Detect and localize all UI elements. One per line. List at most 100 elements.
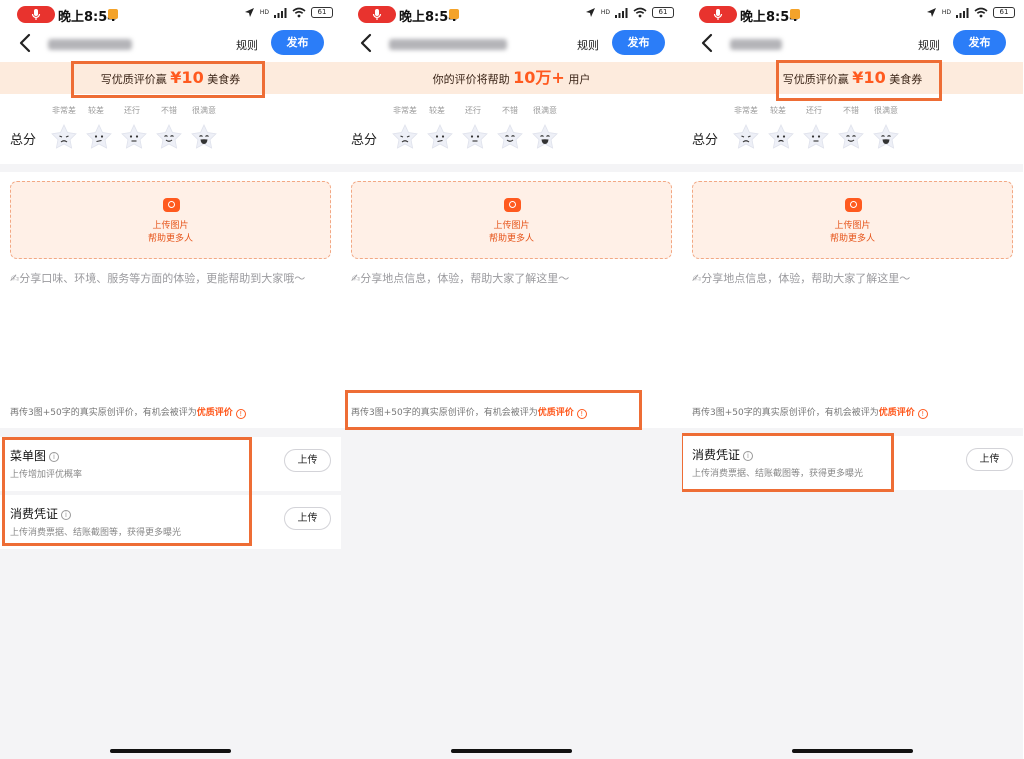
- hint-text: 再传3图+50字的真实原创评价，有机会被评为: [10, 408, 197, 418]
- rating-level-label: 不错: [161, 106, 177, 115]
- back-chevron-icon[interactable]: [359, 33, 373, 53]
- star-face-icon[interactable]: [427, 124, 453, 150]
- signal-icon: [274, 7, 287, 18]
- rules-link[interactable]: 规则: [236, 37, 258, 53]
- screen-panel-1: 晚上8:54 HD 61 规则 发布 写优质评价赢 ¥10 美食券 非常差 较差…: [0, 0, 341, 759]
- star-face-icon[interactable]: [191, 124, 217, 150]
- upload-photo-sublabel: 帮助更多人: [488, 234, 534, 244]
- quality-hint: 再传3图+50字的真实原创评价，有机会被评为优质评价!: [692, 405, 928, 419]
- rating-level-label: 很满意: [533, 106, 557, 115]
- upload-button[interactable]: 上传: [284, 507, 331, 530]
- home-indicator[interactable]: [792, 749, 913, 753]
- upload-button[interactable]: 上传: [284, 449, 331, 472]
- star-face-icon[interactable]: [838, 124, 864, 150]
- review-text-input[interactable]: ✍分享地点信息，体验，帮助大家了解这里～: [351, 270, 569, 286]
- star-face-icon[interactable]: [803, 124, 829, 150]
- system-icons: HD 61: [244, 7, 333, 18]
- wifi-icon: [633, 7, 647, 18]
- rating-level-label: 较差: [770, 106, 786, 115]
- divider: [682, 164, 1023, 172]
- annotation-box: [345, 390, 642, 430]
- mic-recording-pill[interactable]: [699, 6, 737, 23]
- signal-icon: [615, 7, 628, 18]
- publish-button[interactable]: 发布: [612, 30, 665, 55]
- hint-emphasis: 优质评价: [196, 408, 233, 418]
- total-score-label: 总分: [692, 133, 719, 148]
- annotation-box: [2, 437, 252, 546]
- rating-level-label: 不错: [502, 106, 518, 115]
- app-notification-icon: [108, 9, 118, 19]
- back-chevron-icon[interactable]: [18, 33, 32, 53]
- review-text-input[interactable]: ✍分享地点信息，体验，帮助大家了解这里～: [692, 270, 910, 286]
- rating-level-label: 很满意: [192, 106, 216, 115]
- mic-recording-pill[interactable]: [17, 6, 55, 23]
- publish-button[interactable]: 发布: [271, 30, 324, 55]
- banner-prefix: 你的评价将帮助: [432, 73, 510, 86]
- banner-amount: 10万+: [513, 68, 565, 87]
- wifi-icon: [974, 7, 988, 18]
- total-score-label: 总分: [10, 133, 37, 148]
- review-text-input[interactable]: ✍分享口味、环境、服务等方面的体验，更能帮助到大家哦～: [10, 270, 305, 286]
- screen-panel-3: 晚上8:54 HD 61 规则 发布 写优质评价赢 ¥10 美食券 非常差 较差…: [682, 0, 1023, 759]
- network-hd-tag: HD: [600, 8, 610, 16]
- upload-photo-box[interactable]: 上传图片 帮助更多人: [351, 181, 672, 259]
- mic-icon: [31, 9, 41, 20]
- star-face-icon[interactable]: [156, 124, 182, 150]
- screen-panel-2: 晚上8:54 HD 61 规则 发布 你的评价将帮助 10万+ 用户 非常差 较…: [341, 0, 682, 759]
- blurred-place-name: [730, 39, 782, 50]
- star-face-icon[interactable]: [532, 124, 558, 150]
- network-hd-tag: HD: [259, 8, 269, 16]
- upload-photo-box[interactable]: 上传图片 帮助更多人: [692, 181, 1013, 259]
- annotation-box: [71, 61, 265, 98]
- star-face-icon[interactable]: [497, 124, 523, 150]
- star-face-icon[interactable]: [86, 124, 112, 150]
- status-bar: 晚上8:54 HD 61: [682, 0, 1023, 28]
- nav-bar: 规则 发布: [682, 28, 1023, 60]
- signal-icon: [956, 7, 969, 18]
- star-face-icon[interactable]: [392, 124, 418, 150]
- nav-bar: 规则 发布: [0, 28, 341, 60]
- status-bar: 晚上8:54 HD 61: [341, 0, 682, 28]
- camera-icon: [845, 198, 862, 212]
- hint-emphasis: 优质评价: [878, 408, 915, 418]
- location-arrow-icon: [926, 8, 936, 17]
- star-face-icon[interactable]: [873, 124, 899, 150]
- star-face-icon[interactable]: [462, 124, 488, 150]
- publish-button[interactable]: 发布: [953, 30, 1006, 55]
- upload-photo-label: 上传图片: [834, 221, 871, 231]
- rating-level-label: 还行: [806, 106, 822, 115]
- upload-photo-label: 上传图片: [493, 221, 530, 231]
- camera-icon: [163, 198, 180, 212]
- promo-banner: 你的评价将帮助 10万+ 用户: [341, 62, 682, 94]
- location-arrow-icon: [244, 8, 254, 17]
- upload-photo-box[interactable]: 上传图片 帮助更多人: [10, 181, 331, 259]
- status-bar: 晚上8:54 HD 61: [0, 0, 341, 28]
- back-chevron-icon[interactable]: [700, 33, 714, 53]
- battery-icon: 61: [993, 7, 1015, 18]
- blurred-place-name: [48, 39, 132, 50]
- star-face-icon[interactable]: [51, 124, 77, 150]
- divider: [0, 164, 341, 172]
- rules-link[interactable]: 规则: [918, 37, 940, 53]
- home-indicator[interactable]: [110, 749, 231, 753]
- info-icon[interactable]: !: [235, 409, 246, 419]
- star-face-icon[interactable]: [733, 124, 759, 150]
- upload-photo-sublabel: 帮助更多人: [147, 234, 193, 244]
- wifi-icon: [292, 7, 306, 18]
- rules-link[interactable]: 规则: [577, 37, 599, 53]
- total-score-label: 总分: [351, 133, 378, 148]
- rating-level-label: 还行: [124, 106, 140, 115]
- mic-icon: [372, 9, 382, 20]
- rating-level-label: 不错: [843, 106, 859, 115]
- banner-suffix: 用户: [568, 73, 591, 86]
- hint-text: 再传3图+50字的真实原创评价，有机会被评为: [692, 408, 879, 418]
- mic-recording-pill[interactable]: [358, 6, 396, 23]
- home-indicator[interactable]: [451, 749, 572, 753]
- battery-icon: 61: [311, 7, 333, 18]
- info-icon[interactable]: !: [917, 409, 928, 419]
- upload-photo-sublabel: 帮助更多人: [829, 234, 875, 244]
- mic-icon: [713, 9, 723, 20]
- star-face-icon[interactable]: [768, 124, 794, 150]
- star-face-icon[interactable]: [121, 124, 147, 150]
- upload-button[interactable]: 上传: [966, 448, 1013, 471]
